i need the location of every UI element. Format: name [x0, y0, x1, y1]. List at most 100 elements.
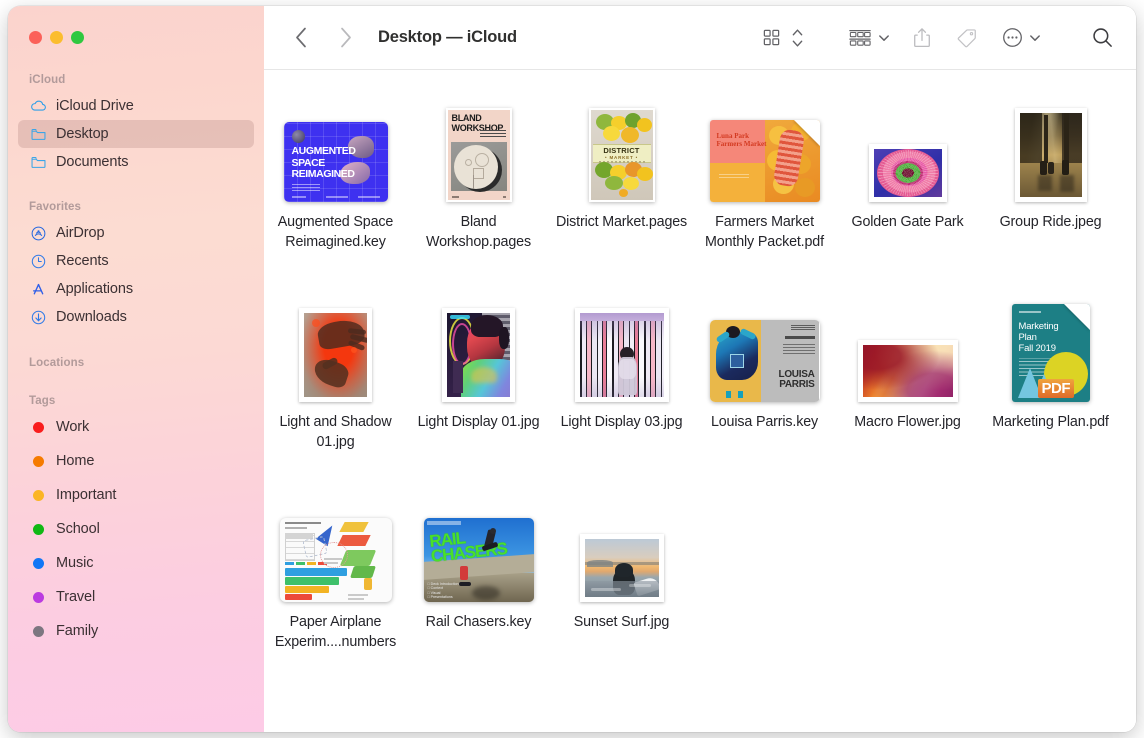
- file-name: Light and Shadow 01.jpg: [268, 412, 404, 452]
- file-name: Farmers Market Monthly Packet.pdf: [697, 212, 833, 252]
- icon-view-grid-icon[interactable]: [762, 23, 781, 53]
- sidebar-tag-important[interactable]: Important: [18, 481, 254, 509]
- sidebar-tag-work[interactable]: Work: [18, 413, 254, 441]
- file-item[interactable]: Luna ParkFarmers Market Farmers Market M…: [693, 92, 836, 292]
- sidebar-item-icloud-drive[interactable]: iCloud Drive: [18, 92, 254, 120]
- file-item[interactable]: DISTRICT • MARKET • District Market.pag: [550, 92, 693, 292]
- file-item[interactable]: Macro Flower.jpg: [836, 292, 979, 492]
- sort-chevrons-icon[interactable]: [791, 23, 804, 53]
- file-item[interactable]: Light and Shadow 01.jpg: [264, 292, 407, 492]
- file-item[interactable]: Light Display 03.jpg: [550, 292, 693, 492]
- sidebar-item-label: Family: [56, 623, 98, 639]
- file-item[interactable]: Golden Gate Park: [836, 92, 979, 292]
- file-name: Group Ride.jpeg: [983, 212, 1119, 232]
- group-by-chevron-down-icon[interactable]: [878, 23, 890, 53]
- search-icon[interactable]: [1091, 23, 1114, 53]
- file-name: Marketing Plan.pdf: [983, 412, 1119, 432]
- sidebar-item-downloads[interactable]: Downloads: [18, 303, 254, 331]
- sidebar-item-desktop[interactable]: Desktop: [18, 120, 254, 148]
- zoom-button[interactable]: [71, 31, 84, 44]
- back-button[interactable]: [286, 23, 316, 53]
- forward-button[interactable]: [330, 23, 360, 53]
- sidebar-item-documents[interactable]: Documents: [18, 148, 254, 176]
- main-area: Desktop — iCloud: [264, 6, 1136, 732]
- airdrop-icon: [29, 224, 47, 242]
- sidebar-item-label: Work: [56, 419, 89, 435]
- file-item[interactable]: Group Ride.jpeg: [979, 92, 1122, 292]
- clock-icon: [29, 252, 47, 270]
- minimize-button[interactable]: [50, 31, 63, 44]
- sidebar-section-tags: Tags: [8, 393, 264, 409]
- folder-icon: [29, 125, 47, 143]
- finder-window: iCloud iCloud Drive Desktop Documents: [8, 6, 1136, 732]
- file-thumbnail: MarketingPlanFall 2019 PDF: [988, 292, 1114, 402]
- file-item[interactable]: RAILCHASERS □ Deck Introduction□ Context…: [407, 492, 550, 692]
- more-chevron-down-icon[interactable]: [1029, 23, 1041, 53]
- file-thumbnail: [845, 92, 971, 202]
- sidebar-item-label: Home: [56, 453, 94, 469]
- file-item[interactable]: Paper Airplane Experim....numbers: [264, 492, 407, 692]
- file-name: District Market.pages: [554, 212, 690, 232]
- tag-dot-icon: [29, 456, 47, 467]
- sidebar-tag-family[interactable]: Family: [18, 617, 254, 645]
- file-name: Light Display 03.jpg: [554, 412, 690, 432]
- close-button[interactable]: [29, 31, 42, 44]
- file-thumbnail: [273, 292, 399, 402]
- sidebar-tag-school[interactable]: School: [18, 515, 254, 543]
- sidebar-tag-home[interactable]: Home: [18, 447, 254, 475]
- sidebar: iCloud iCloud Drive Desktop Documents: [8, 6, 264, 732]
- file-thumbnail: LOUISAPARRIS: [702, 292, 828, 402]
- page-fold-corner: [1064, 304, 1090, 330]
- sidebar-item-label: iCloud Drive: [56, 98, 134, 114]
- file-thumbnail: [988, 92, 1114, 202]
- file-grid: AUGMENTEDSPACEREIMAGINED Augmented Space…: [264, 70, 1136, 732]
- page-fold-corner: [794, 120, 820, 146]
- file-item[interactable]: Light Display 01.jpg: [407, 292, 550, 492]
- file-thumbnail: RAILCHASERS □ Deck Introduction□ Context…: [416, 492, 542, 602]
- sidebar-item-applications[interactable]: Applications: [18, 275, 254, 303]
- file-item[interactable]: LOUISAPARRIS Louisa Parris.key: [693, 292, 836, 492]
- tag-dot-icon: [29, 558, 47, 569]
- file-item[interactable]: MarketingPlanFall 2019 PDF Marketing Pla…: [979, 292, 1122, 492]
- file-name: Augmented Space Reimagined.key: [268, 212, 404, 252]
- file-name: Rail Chasers.key: [411, 612, 547, 632]
- sidebar-item-label: Travel: [56, 589, 95, 605]
- sidebar-group-tags: Work Home Important School Music Travel: [8, 413, 264, 645]
- cloud-icon: [29, 97, 47, 115]
- tag-dot-icon: [29, 422, 47, 433]
- file-name: Macro Flower.jpg: [840, 412, 976, 432]
- file-thumbnail: [273, 492, 399, 602]
- sidebar-section-icloud: iCloud: [8, 72, 264, 88]
- more-ellipsis-icon[interactable]: [1002, 23, 1023, 53]
- file-thumbnail: Luna ParkFarmers Market: [702, 92, 828, 202]
- file-name: Sunset Surf.jpg: [554, 612, 690, 632]
- folder-icon: [29, 153, 47, 171]
- tag-icon[interactable]: [956, 23, 978, 53]
- sidebar-item-label: Documents: [56, 154, 128, 170]
- file-item[interactable]: AUGMENTEDSPACEREIMAGINED Augmented Space…: [264, 92, 407, 292]
- sidebar-item-airdrop[interactable]: AirDrop: [18, 219, 254, 247]
- file-thumbnail: DISTRICT • MARKET •: [559, 92, 685, 202]
- file-thumbnail: [845, 292, 971, 402]
- file-item[interactable]: Sunset Surf.jpg: [550, 492, 693, 692]
- tag-dot-icon: [29, 524, 47, 535]
- sidebar-item-recents[interactable]: Recents: [18, 247, 254, 275]
- sidebar-group-icloud: iCloud Drive Desktop Documents: [8, 92, 264, 176]
- sidebar-tag-music[interactable]: Music: [18, 549, 254, 577]
- sidebar-section-locations: Locations: [8, 355, 264, 371]
- group-by-icon[interactable]: [848, 23, 872, 53]
- applications-icon: [29, 280, 47, 298]
- file-item[interactable]: BLANDWORKSHOP Bla: [407, 92, 550, 292]
- file-thumbnail: [559, 492, 685, 602]
- file-thumbnail: [559, 292, 685, 402]
- sidebar-tag-travel[interactable]: Travel: [18, 583, 254, 611]
- file-name: Louisa Parris.key: [697, 412, 833, 432]
- tag-dot-icon: [29, 490, 47, 501]
- share-icon[interactable]: [912, 23, 932, 53]
- sidebar-item-label: School: [56, 521, 100, 537]
- sidebar-item-label: Applications: [56, 281, 133, 297]
- download-icon: [29, 308, 47, 326]
- toolbar: Desktop — iCloud: [264, 6, 1136, 70]
- sidebar-item-label: Desktop: [56, 126, 109, 142]
- file-name: Bland Workshop.pages: [411, 212, 547, 252]
